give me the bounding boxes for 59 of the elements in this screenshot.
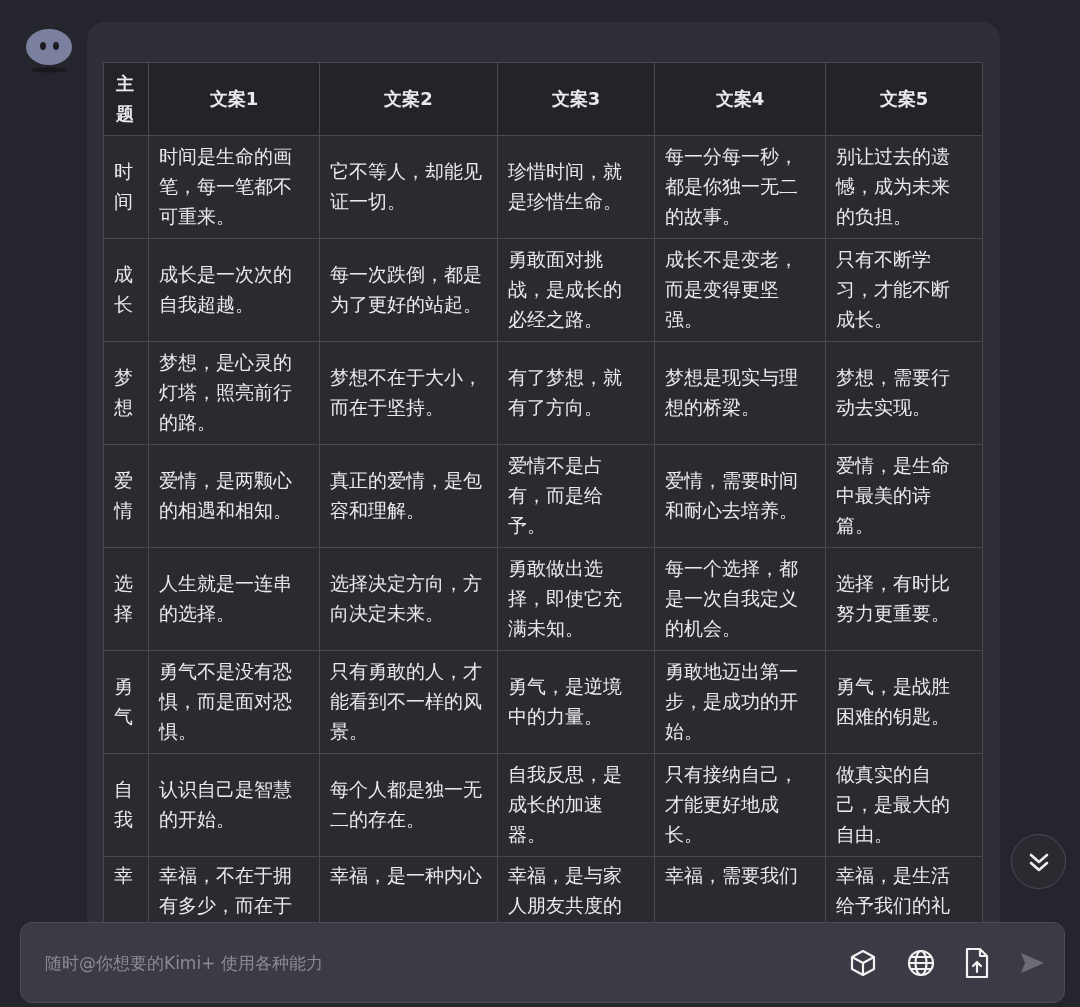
table-cell: 只有不断学习，才能不断成长。 xyxy=(825,238,983,342)
table-cell: 勇气，是战胜困难的钥匙。 xyxy=(825,650,983,754)
table-cell: 爱情，是生命中最美的诗篇。 xyxy=(825,444,983,548)
column-header: 文案2 xyxy=(319,62,498,136)
column-header: 文案3 xyxy=(497,62,655,136)
table-cell: 勇敢地迈出第一步，是成功的开始。 xyxy=(654,650,826,754)
table-cell: 勇气不是没有恐惧，而是面对恐惧。 xyxy=(148,650,320,754)
table-cell: 珍惜时间，就是珍惜生命。 xyxy=(497,135,655,239)
table-cell: 自我 xyxy=(103,753,149,857)
table-cell: 梦想，是心灵的灯塔，照亮前行的路。 xyxy=(148,341,320,445)
table-cell: 幸福，是与家人朋友共度的 xyxy=(497,856,655,922)
table-cell: 每一次跌倒，都是为了更好的站起。 xyxy=(319,238,498,342)
table-cell: 每一个选择，都是一次自我定义的机会。 xyxy=(654,547,826,651)
table-cell: 成长不是变老，而是变得更坚强。 xyxy=(654,238,826,342)
table-cell: 幸福，需要我们 xyxy=(654,856,826,922)
table-cell: 认识自己是智慧的开始。 xyxy=(148,753,320,857)
table-cell: 只有接纳自己，才能更好地成长。 xyxy=(654,753,826,857)
table-cell: 每个人都是独一无二的存在。 xyxy=(319,753,498,857)
table-cell: 时间 xyxy=(103,135,149,239)
table-cell: 真正的爱情，是包容和理解。 xyxy=(319,444,498,548)
table-cell: 选择决定方向，方向决定未来。 xyxy=(319,547,498,651)
table-cell: 爱情不是占有，而是给予。 xyxy=(497,444,655,548)
table-cell: 梦想，需要行动去实现。 xyxy=(825,341,983,445)
message-input[interactable]: 随时@你想要的Kimi+ 使用各种能力 xyxy=(43,951,820,974)
table-cell: 幸福，是生活给予我们的礼 xyxy=(825,856,983,922)
table-cell: 只有勇敢的人，才能看到不一样的风景。 xyxy=(319,650,498,754)
table-cell: 幸福，不在于拥有多少，而在于 xyxy=(148,856,320,922)
column-header: 主题 xyxy=(103,62,149,136)
table-cell: 梦想不在于大小，而在于坚持。 xyxy=(319,341,498,445)
avatar-icon xyxy=(25,26,73,74)
table-cell: 别让过去的遗憾，成为未来的负担。 xyxy=(825,135,983,239)
table-cell: 每一分每一秒，都是你独一无二的故事。 xyxy=(654,135,826,239)
cube-icon[interactable] xyxy=(848,947,878,978)
table-cell: 时间是生命的画笔，每一笔都不可重来。 xyxy=(148,135,320,239)
table-cell: 爱情 xyxy=(103,444,149,548)
table-cell: 幸 xyxy=(103,856,149,922)
column-header: 文案1 xyxy=(148,62,320,136)
column-header: 文案5 xyxy=(825,62,983,136)
table-cell: 自我反思，是成长的加速器。 xyxy=(497,753,655,857)
globe-icon[interactable] xyxy=(906,947,936,978)
table-cell: 有了梦想，就有了方向。 xyxy=(497,341,655,445)
table-cell: 成长是一次次的自我超越。 xyxy=(148,238,320,342)
table-cell: 爱情，是两颗心的相遇和相知。 xyxy=(148,444,320,548)
table-cell: 梦想 xyxy=(103,341,149,445)
table-cell: 做真实的自己，是最大的自由。 xyxy=(825,753,983,857)
table-cell: 选择 xyxy=(103,547,149,651)
table-cell: 幸福，是一种内心 xyxy=(319,856,498,922)
table-cell: 人生就是一连串的选择。 xyxy=(148,547,320,651)
table-cell: 勇气 xyxy=(103,650,149,754)
table-cell: 选择，有时比努力更重要。 xyxy=(825,547,983,651)
table-cell: 勇气，是逆境中的力量。 xyxy=(497,650,655,754)
table-cell: 梦想是现实与理想的桥梁。 xyxy=(654,341,826,445)
table-cell: 勇敢面对挑战，是成长的必经之路。 xyxy=(497,238,655,342)
table-cell: 它不等人，却能见证一切。 xyxy=(319,135,498,239)
column-header: 文案4 xyxy=(654,62,826,136)
table-cell: 成长 xyxy=(103,238,149,342)
table-cell: 勇敢做出选择，即使它充满未知。 xyxy=(497,547,655,651)
table-cell: 爱情，需要时间和耐心去培养。 xyxy=(654,444,826,548)
file-upload-icon[interactable] xyxy=(964,946,990,979)
